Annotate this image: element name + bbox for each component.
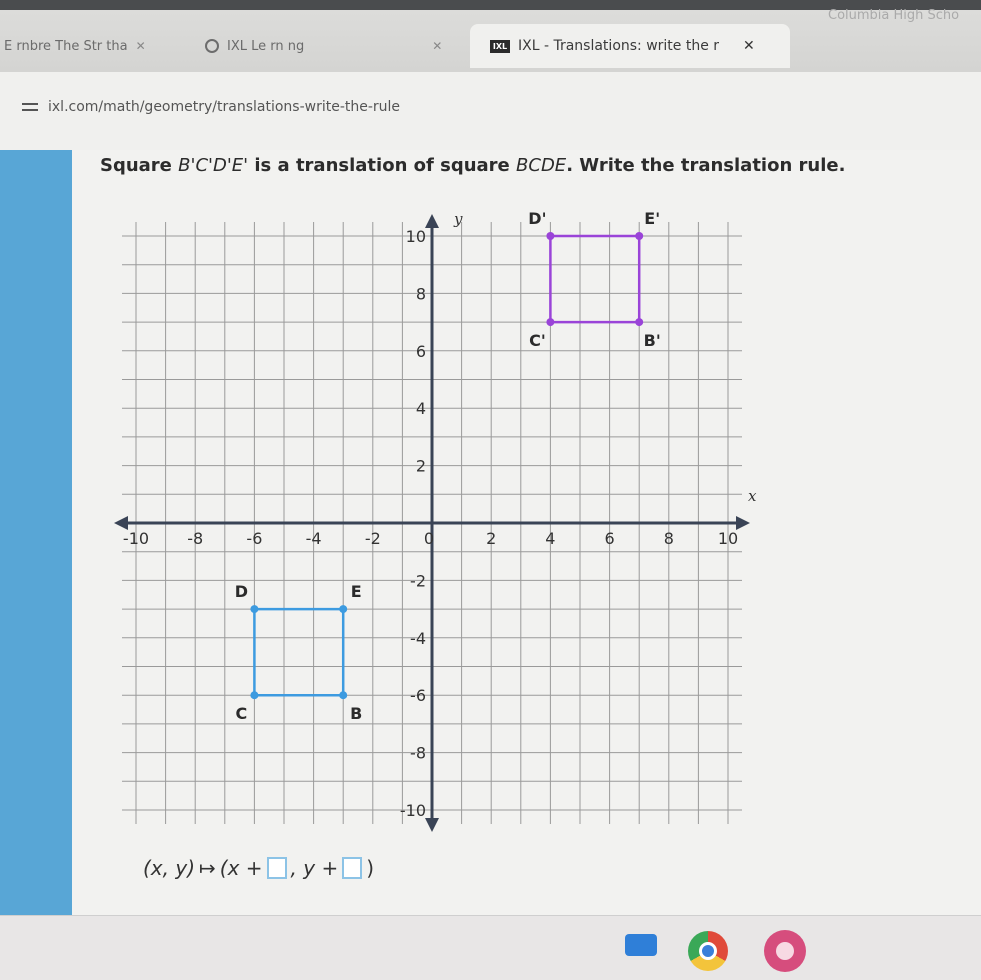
- y-shift-input[interactable]: [342, 857, 363, 879]
- y-tick-label: 6: [416, 342, 426, 361]
- maps-to-arrow: ↦: [199, 856, 216, 880]
- x-tick-label: 10: [718, 529, 738, 548]
- x-tick-label: -8: [187, 529, 203, 548]
- x-tick-label: 0: [424, 529, 434, 548]
- vertex-label: D': [528, 209, 546, 228]
- rule-close: ): [366, 856, 375, 880]
- app-icon[interactable]: [764, 930, 806, 972]
- vertex-label: E: [351, 582, 362, 601]
- y-axis-arrow-down: [425, 818, 439, 832]
- y-tick-label: -4: [410, 629, 426, 648]
- vertex-point[interactable]: [546, 318, 555, 327]
- vertex-label: C': [529, 331, 546, 350]
- vertex-label: C: [236, 704, 248, 723]
- vertex-point[interactable]: [635, 318, 644, 327]
- vertex-point[interactable]: [546, 232, 555, 240]
- y-tick-label: 10: [406, 227, 426, 246]
- chrome-icon[interactable]: [688, 931, 728, 971]
- y-tick-label: 2: [416, 457, 426, 476]
- x-tick-label: 4: [545, 529, 555, 548]
- files-icon[interactable]: [625, 934, 657, 956]
- vertex-point[interactable]: [250, 605, 259, 614]
- y-axis-arrow-up: [425, 214, 439, 228]
- x-tick-label: -4: [306, 529, 322, 548]
- x-tick-label: -10: [123, 529, 149, 548]
- y-tick-label: 4: [416, 399, 426, 418]
- x-tick-label: -2: [365, 529, 381, 548]
- x-shift-input[interactable]: [266, 857, 287, 879]
- taskbar: [0, 915, 981, 980]
- square-bcde: [253, 607, 345, 697]
- vertex-point[interactable]: [339, 605, 348, 614]
- coordinate-plane: x y -10 -8 -6 -4 -2 0 2 4 6 8 10 10 8 6 4 2 -2 -4 -6 -8 -10 B C D…: [114, 209, 757, 832]
- rule-open: (x +: [219, 856, 263, 880]
- vertex-label: B: [350, 704, 362, 723]
- y-tick-label: -6: [410, 686, 426, 705]
- vertex-label: D: [235, 582, 248, 601]
- vertex-point[interactable]: [250, 691, 259, 700]
- y-tick-label: -10: [400, 801, 426, 820]
- vertex-point[interactable]: [635, 232, 644, 240]
- x-axis-arrow-left: [114, 516, 128, 530]
- x-axis-arrow-right: [736, 516, 750, 530]
- x-axis-label: x: [748, 487, 757, 505]
- y-axis-label: y: [453, 210, 463, 228]
- x-tick-label: 6: [605, 529, 615, 548]
- rule-mid: , y +: [290, 856, 339, 880]
- rule-lhs: (x, y): [143, 856, 195, 880]
- square-bcde-prime: [549, 234, 641, 324]
- x-tick-label: -6: [246, 529, 262, 548]
- y-tick-label: 8: [416, 284, 426, 303]
- translation-rule: (x, y) ↦ (x + , y + ): [143, 856, 374, 880]
- x-tick-label: 8: [664, 529, 674, 548]
- vertex-label: E': [644, 209, 660, 228]
- y-tick-label: -2: [410, 571, 426, 590]
- vertex-label: B': [644, 331, 661, 350]
- y-tick-label: -8: [410, 744, 426, 763]
- vertex-point[interactable]: [339, 691, 348, 700]
- x-tick-label: 2: [486, 529, 496, 548]
